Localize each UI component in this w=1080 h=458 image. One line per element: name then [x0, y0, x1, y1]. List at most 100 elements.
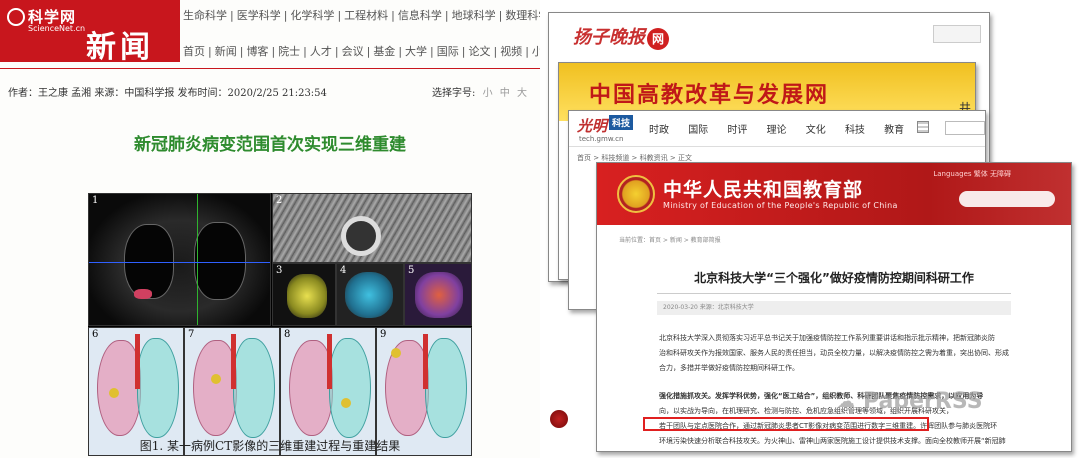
nav-item[interactable]: 首页 [180, 45, 208, 58]
lung-lobe [329, 338, 371, 438]
moe-name: 中华人民共和国教育部 [663, 179, 864, 201]
virus-icon [550, 410, 568, 428]
menu-item[interactable]: 国际 [688, 125, 708, 136]
guangming-url: tech.gmw.cn [579, 135, 624, 143]
screenshot-canvas: 科学网 ScienceNet.cn 新闻 生命科学 | 医学科学 | 化学科学 | 工程材料… [0, 0, 1080, 458]
crosshair-vertical [197, 194, 198, 325]
nav-item[interactable]: 生命科学 [180, 9, 230, 22]
yangzi-header: 扬子晚报网 [549, 13, 989, 55]
sciencenet-section-title: 新闻 [86, 30, 154, 65]
nav-item[interactable]: 新闻 [212, 45, 240, 58]
nav-item[interactable]: 小柯机器人 [529, 45, 540, 58]
lesion-dot [341, 398, 351, 408]
sciencenet-logo-icon [7, 8, 25, 26]
language-links[interactable]: Languages 繁体 无障碍 [933, 169, 1011, 179]
ct-panel-segment-cyan: 4 [336, 263, 404, 326]
moe-header: 中华人民共和国教育部 Ministry of Education of the … [597, 163, 1071, 225]
watermark: PaperRSS [863, 389, 983, 414]
menu-item[interactable]: 科技 [845, 125, 865, 136]
nav-item[interactable]: 化学科学 [287, 9, 337, 22]
menu-item[interactable]: 理论 [767, 125, 787, 136]
font-size-label: 选择字号: [432, 88, 476, 99]
panel-number: 7 [188, 329, 195, 340]
nav-item[interactable]: 院士 [275, 45, 303, 58]
segment-blob [415, 272, 463, 318]
lesion-marker [134, 289, 152, 299]
article-meta: 2020-03-20 来源：北京科技大学 [657, 301, 1011, 315]
guangming-logo-text: 光明 [577, 117, 608, 135]
panel-number: 8 [284, 329, 291, 340]
sciencenet-logo[interactable]: 科学网 ScienceNet.cn 新闻 [0, 0, 180, 65]
nav-item[interactable]: 基金 [370, 45, 398, 58]
panel-number: 5 [408, 265, 415, 276]
trachea [423, 334, 428, 389]
highlight-box [643, 417, 929, 431]
crosshair-horizontal [89, 262, 270, 263]
font-size-large[interactable]: 大 [517, 88, 527, 99]
article-line: 北京科技大学深入贯彻落实习近平总书记关于加强疫情防控工作系列重要讲话和指示批示精… [659, 334, 995, 342]
yangzi-logo-badge: 网 [647, 28, 669, 50]
yangzi-logo-text: 扬子晚报 [573, 27, 645, 48]
menu-item[interactable]: 教育 [884, 125, 904, 136]
trachea [231, 334, 236, 389]
nav-item[interactable]: 视频 [497, 45, 525, 58]
article-title: 新冠肺炎病变范围首次实现三维重建 [134, 135, 406, 155]
ct-reconstruction-figure: 1 2 3 4 5 6 7 8 9 [88, 193, 472, 456]
panel-number: 3 [276, 265, 283, 276]
nav-item[interactable]: 论文 [465, 45, 493, 58]
nav-item[interactable]: 信息科学 [395, 9, 445, 22]
lung-lobe [137, 338, 179, 438]
nav-item[interactable]: 国际 [434, 45, 462, 58]
font-size-selector: 选择字号: 小 中 大 [432, 84, 527, 99]
sciencenet-subject-nav: 生命科学|医学科学|化学科学|工程材料|信息科学|地球科学|数理科学|管 [180, 4, 540, 28]
search-box[interactable] [945, 121, 985, 135]
panel-number: 1 [92, 195, 99, 206]
guangming-logo-tag: 科技 [609, 115, 634, 130]
wechat-icon: ☁ [837, 391, 855, 412]
trachea [135, 334, 140, 389]
nav-item[interactable]: 地球科学 [449, 9, 499, 22]
panel-number: 6 [92, 329, 99, 340]
breadcrumb: 当前位置：首页 > 新闻 > 教育部简报 [619, 237, 721, 244]
segment-blob [287, 274, 327, 318]
guangming-logo[interactable]: 光明 科技 [577, 115, 634, 136]
menu-item[interactable]: 时政 [649, 125, 669, 136]
gaojiao-title: 中国高教改革与发展网 [589, 82, 830, 108]
nav-item[interactable]: 工程材料 [341, 9, 391, 22]
article-line: 环境污染快速分析联合科技攻关。为火神山、雷神山两家医院施工设计提供技术支撑。面向… [659, 437, 1006, 445]
panel-number: 4 [340, 265, 347, 276]
lesion-dot [391, 348, 401, 358]
sciencenet-main-nav: 首页|新闻|博客|院士|人才|会议|基金|大学|国际|论文|视频|小柯机器人 [180, 40, 540, 64]
article-line: 治和科研攻关作为报效国家、服务人民的责任担当，动员全校力量，以解决疫情防控之需为… [659, 349, 1009, 357]
font-size-medium[interactable]: 中 [500, 88, 510, 99]
lung-right-shape [194, 222, 246, 300]
grid-menu-icon[interactable] [917, 121, 929, 133]
sciencenet-domain: ScienceNet.cn [28, 24, 86, 33]
menu-item[interactable]: 文化 [806, 125, 826, 136]
nav-item[interactable]: 人才 [307, 45, 335, 58]
search-box[interactable] [933, 25, 981, 43]
ct-panel-segment-red: 5 [404, 263, 472, 326]
search-input[interactable] [959, 191, 1055, 207]
article-meta: 作者：王之康 孟湘 来源：中国科学报 发布时间：2020/2/25 21:23:… [8, 88, 327, 99]
yangzi-logo[interactable]: 扬子晚报网 [573, 23, 669, 50]
nav-item[interactable]: 大学 [402, 45, 430, 58]
guangming-menu: 时政 国际 时评 理论 文化 科技 教育 [649, 121, 920, 136]
header-divider [0, 68, 540, 69]
article-title: 北京科技大学“三个强化”做好疫情防控期间科研工作 [694, 271, 974, 285]
guangming-header: 光明 科技 tech.gmw.cn 时政 国际 时评 理论 文化 科技 教育 [569, 111, 985, 147]
lung-lobe [233, 338, 275, 438]
national-emblem-icon [617, 175, 655, 213]
nav-item[interactable]: 会议 [339, 45, 367, 58]
trachea [327, 334, 332, 389]
panel-number: 2 [276, 195, 283, 206]
font-size-small[interactable]: 小 [483, 88, 493, 99]
menu-item[interactable]: 时评 [727, 125, 747, 136]
ct-panel-coronal: 2 [272, 193, 472, 263]
segment-blob [345, 272, 393, 318]
moe-screenshot: 中华人民共和国教育部 Ministry of Education of the … [596, 162, 1072, 452]
nav-item[interactable]: 博客 [243, 45, 271, 58]
nav-item[interactable]: 医学科学 [234, 9, 284, 22]
lesion-dot [109, 388, 119, 398]
nav-item[interactable]: 数理科学 [502, 9, 540, 22]
